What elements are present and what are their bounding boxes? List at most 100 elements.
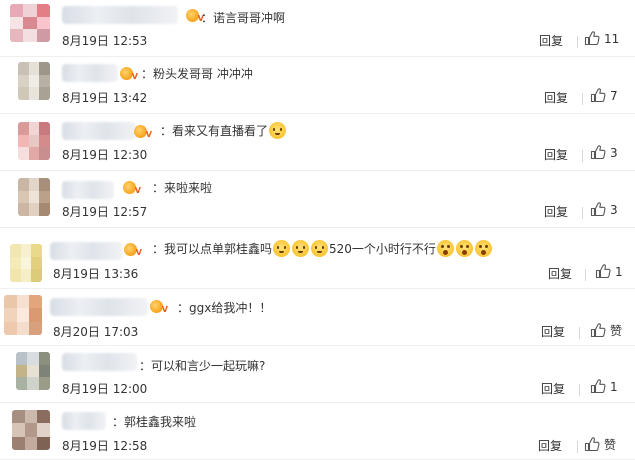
like-count: 赞 bbox=[604, 438, 617, 452]
comment-body: 来啦来啦 bbox=[164, 181, 213, 195]
comment-timestamp: 8月19日 13:36 bbox=[53, 267, 139, 281]
comment-timestamp: 8月19日 12:53 bbox=[62, 34, 148, 48]
comment-separator: ： bbox=[201, 11, 214, 25]
action-divider bbox=[579, 384, 580, 396]
like-button[interactable]: 11 bbox=[584, 31, 619, 46]
thumbs-up-icon bbox=[590, 88, 606, 103]
thumbs-up-icon bbox=[590, 379, 606, 394]
comment-body: 诺言哥哥冲啊 bbox=[213, 11, 286, 25]
avatar[interactable] bbox=[18, 178, 50, 216]
comment-text: ：诺言哥哥冲啊 bbox=[201, 9, 285, 26]
action-divider bbox=[582, 93, 583, 105]
username-blurred[interactable] bbox=[62, 181, 114, 199]
comment-separator: ： bbox=[152, 181, 165, 195]
reply-button[interactable]: 回复 bbox=[544, 146, 568, 163]
like-button[interactable]: 1 bbox=[595, 264, 623, 279]
action-divider bbox=[579, 327, 580, 339]
action-divider bbox=[582, 150, 583, 162]
comment-body-tail: 520一个小时行不行 bbox=[329, 242, 436, 256]
verified-badge-icon bbox=[150, 300, 168, 316]
comment-separator: ： bbox=[112, 415, 125, 429]
comment-timestamp: 8月19日 12:00 bbox=[62, 382, 148, 396]
cat-face-emoji bbox=[269, 122, 287, 139]
like-count: 11 bbox=[604, 31, 620, 46]
reply-button[interactable]: 回复 bbox=[548, 265, 572, 282]
comment-separator: ： bbox=[139, 359, 152, 373]
username-blurred[interactable] bbox=[62, 412, 106, 430]
avatar[interactable] bbox=[18, 62, 50, 100]
shocked-face-emoji bbox=[474, 240, 492, 257]
like-count: 3 bbox=[610, 202, 618, 217]
like-count: 1 bbox=[610, 379, 618, 394]
reply-button[interactable]: 回复 bbox=[544, 89, 568, 106]
avatar[interactable] bbox=[18, 122, 50, 160]
comment-text: ：来啦来啦 bbox=[152, 179, 212, 196]
like-button[interactable]: 3 bbox=[590, 202, 618, 217]
shocked-face-emoji bbox=[436, 240, 454, 257]
like-button[interactable]: 1 bbox=[590, 379, 618, 394]
reply-button[interactable]: 回复 bbox=[539, 32, 563, 49]
thumbs-up-icon bbox=[584, 437, 600, 452]
verified-badge-icon bbox=[124, 243, 142, 259]
verified-badge-icon bbox=[134, 125, 152, 141]
avatar[interactable] bbox=[4, 295, 42, 335]
cat-face-emoji bbox=[292, 240, 310, 257]
comment-timestamp: 8月20日 17:03 bbox=[53, 325, 139, 339]
thumbs-up-icon bbox=[590, 323, 606, 338]
like-count: 赞 bbox=[610, 324, 623, 338]
reply-button[interactable]: 回复 bbox=[538, 437, 562, 454]
comment-body: 可以和言少一起玩嘛? bbox=[151, 359, 266, 373]
action-divider bbox=[577, 36, 578, 48]
reply-button[interactable]: 回复 bbox=[541, 323, 565, 340]
comment-timestamp: 8月19日 12:57 bbox=[62, 205, 148, 219]
action-divider bbox=[577, 441, 578, 453]
shocked-face-emoji bbox=[455, 240, 473, 257]
verified-badge-icon bbox=[186, 9, 204, 25]
comment-body: 粉头发哥哥 冲冲冲 bbox=[153, 67, 253, 81]
username-blurred[interactable] bbox=[62, 122, 136, 140]
username-blurred[interactable] bbox=[62, 64, 118, 82]
comment-text: ：看来又有直播看了 bbox=[160, 122, 287, 139]
comment-text: ：我可以点单郭桂鑫吗 520一个小时行不行 bbox=[152, 240, 493, 257]
thumbs-up-icon bbox=[584, 31, 600, 46]
username-blurred[interactable] bbox=[50, 298, 148, 316]
cat-face-emoji bbox=[311, 240, 329, 257]
comment-separator: ： bbox=[160, 124, 173, 138]
comment-timestamp: 8月19日 12:58 bbox=[62, 439, 148, 453]
like-count: 3 bbox=[610, 145, 618, 160]
avatar[interactable] bbox=[10, 244, 42, 282]
action-divider bbox=[582, 207, 583, 219]
like-button[interactable]: 3 bbox=[590, 145, 618, 160]
reply-button[interactable]: 回复 bbox=[544, 203, 568, 220]
comment-separator: ： bbox=[177, 301, 190, 315]
thumbs-up-icon bbox=[590, 145, 606, 160]
username-blurred[interactable] bbox=[62, 353, 137, 371]
verified-badge-icon bbox=[120, 67, 138, 83]
comment-body: 郭桂鑫我来啦 bbox=[124, 415, 197, 429]
comment-body: 看来又有直播看了 bbox=[172, 124, 269, 138]
like-button[interactable]: 赞 bbox=[584, 436, 616, 453]
comment-timestamp: 8月19日 12:30 bbox=[62, 148, 148, 162]
username-blurred[interactable] bbox=[50, 242, 122, 260]
username-blurred[interactable] bbox=[62, 6, 178, 24]
like-count: 1 bbox=[615, 264, 623, 279]
cat-face-emoji bbox=[273, 240, 291, 257]
comment-text: ：可以和言少一起玩嘛? bbox=[139, 357, 265, 374]
comment-text: ：郭桂鑫我来啦 bbox=[112, 413, 196, 430]
avatar[interactable] bbox=[12, 410, 50, 450]
like-count: 7 bbox=[610, 88, 618, 103]
avatar[interactable] bbox=[10, 4, 50, 42]
comment-body: ggx给我冲！！ bbox=[189, 301, 272, 315]
comment-text: ：粉头发哥哥 冲冲冲 bbox=[141, 65, 253, 82]
action-divider bbox=[585, 269, 586, 281]
reply-button[interactable]: 回复 bbox=[541, 380, 565, 397]
comment-body: 我可以点单郭桂鑫吗 bbox=[164, 242, 273, 256]
like-button[interactable]: 7 bbox=[590, 88, 618, 103]
verified-badge-icon bbox=[123, 181, 141, 197]
avatar[interactable] bbox=[16, 352, 50, 390]
comment-separator: ： bbox=[141, 67, 154, 81]
comment-separator: ： bbox=[152, 242, 165, 256]
comment-text: ： ggx给我冲！！ bbox=[177, 299, 271, 316]
like-button[interactable]: 赞 bbox=[590, 322, 622, 339]
comment-timestamp: 8月19日 13:42 bbox=[62, 91, 148, 105]
